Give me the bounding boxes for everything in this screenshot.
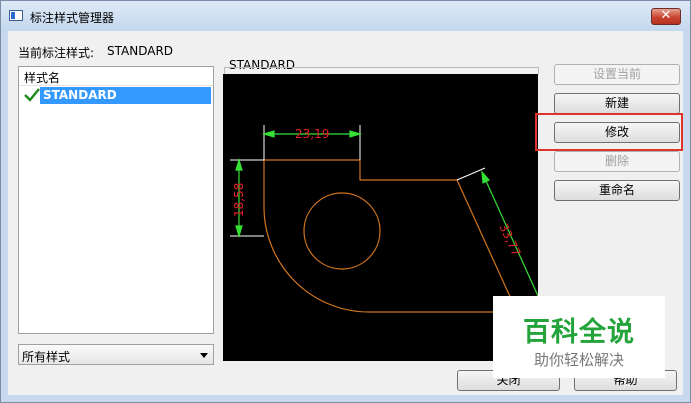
preview-frame [224,67,539,74]
close-icon: ✕ [660,8,672,23]
watermark: 百科全说 助你轻松解决 [493,296,665,378]
current-style-label: 当前标注样式: [18,46,95,60]
part-hole [303,192,381,270]
delete-button[interactable]: 删除 [554,151,680,172]
ext-line-aligned-top [456,167,486,181]
styles-list-header-label: 样式名 [24,71,61,85]
close-window-button[interactable]: ✕ [651,8,681,25]
part-outline [263,159,518,313]
arrow-left [261,130,275,138]
window-title: 标注样式管理器 [30,11,115,25]
list-item-label: STANDARD [43,88,117,102]
styles-list[interactable]: 样式名 STANDARD [18,66,214,334]
preview-drawing: 23,19 18,58 33,77 [230,125,538,313]
dim-text-horizontal: 23,19 [295,127,329,141]
checkmark-icon [24,88,40,102]
arrow-up [235,157,243,171]
chevron-down-icon [200,353,208,358]
preview-canvas: 23,19 18,58 33,77 [223,74,538,361]
current-style-value: STANDARD [107,44,174,58]
title-bar[interactable]: 标注样式管理器 ✕ [1,1,690,31]
watermark-title: 百科全说 [523,317,635,348]
styles-list-header: 样式名 [19,67,213,86]
set-current-button[interactable]: 设置当前 [554,64,680,85]
arrow-down [235,225,243,239]
dim-text-aligned: 33,77 [496,221,523,258]
list-item-standard[interactable]: STANDARD [40,87,211,104]
modify-button[interactable]: 修改 [554,122,680,143]
new-button[interactable]: 新建 [554,93,680,114]
arrow-aligned-top [481,170,490,184]
app-icon [9,10,23,21]
dim-text-vertical: 18,58 [232,183,246,217]
style-filter-value: 所有样式 [22,350,71,364]
arrow-right [349,130,363,138]
watermark-subtitle: 助你轻松解决 [533,351,624,369]
style-filter-select[interactable]: 所有样式 [18,344,214,365]
rename-button[interactable]: 重命名 [554,180,680,201]
